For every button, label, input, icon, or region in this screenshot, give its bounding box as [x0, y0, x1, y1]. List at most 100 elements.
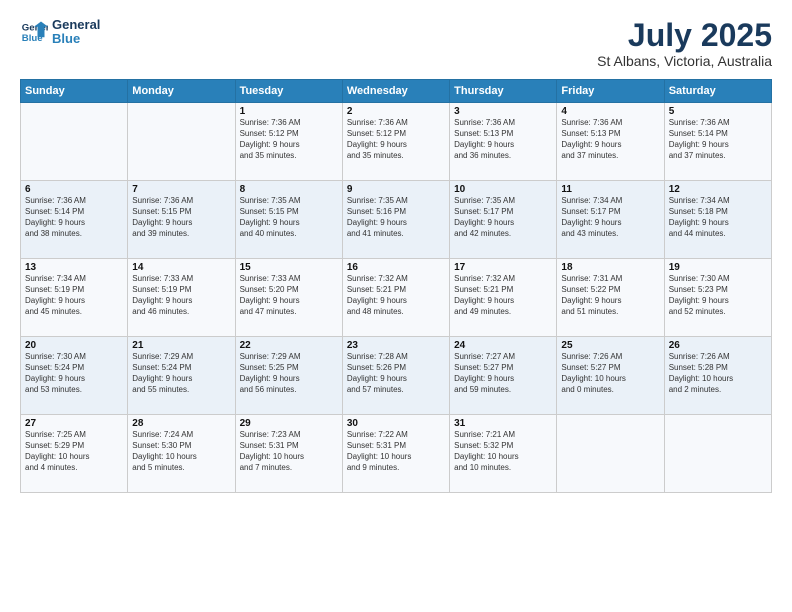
- list-item: [21, 103, 128, 181]
- day-number: 27: [25, 418, 123, 429]
- day-detail: Sunrise: 7:36 AM Sunset: 5:12 PM Dayligh…: [347, 118, 445, 161]
- list-item: 3Sunrise: 7:36 AM Sunset: 5:13 PM Daylig…: [450, 103, 557, 181]
- logo-text-blue: Blue: [52, 32, 100, 46]
- list-item: 26Sunrise: 7:26 AM Sunset: 5:28 PM Dayli…: [664, 337, 771, 415]
- list-item: 7Sunrise: 7:36 AM Sunset: 5:15 PM Daylig…: [128, 181, 235, 259]
- list-item: 27Sunrise: 7:25 AM Sunset: 5:29 PM Dayli…: [21, 415, 128, 493]
- day-number: 2: [347, 106, 445, 117]
- day-number: 3: [454, 106, 552, 117]
- day-detail: Sunrise: 7:35 AM Sunset: 5:16 PM Dayligh…: [347, 196, 445, 239]
- day-number: 14: [132, 262, 230, 273]
- day-number: 29: [240, 418, 338, 429]
- col-tuesday: Tuesday: [235, 80, 342, 103]
- list-item: 10Sunrise: 7:35 AM Sunset: 5:17 PM Dayli…: [450, 181, 557, 259]
- day-number: 17: [454, 262, 552, 273]
- table-row: 1Sunrise: 7:36 AM Sunset: 5:12 PM Daylig…: [21, 103, 772, 181]
- col-thursday: Thursday: [450, 80, 557, 103]
- list-item: 29Sunrise: 7:23 AM Sunset: 5:31 PM Dayli…: [235, 415, 342, 493]
- list-item: 17Sunrise: 7:32 AM Sunset: 5:21 PM Dayli…: [450, 259, 557, 337]
- list-item: [557, 415, 664, 493]
- day-number: 1: [240, 106, 338, 117]
- day-number: 8: [240, 184, 338, 195]
- list-item: [128, 103, 235, 181]
- list-item: 28Sunrise: 7:24 AM Sunset: 5:30 PM Dayli…: [128, 415, 235, 493]
- day-detail: Sunrise: 7:26 AM Sunset: 5:27 PM Dayligh…: [561, 352, 659, 395]
- day-number: 30: [347, 418, 445, 429]
- col-sunday: Sunday: [21, 80, 128, 103]
- calendar-title: July 2025: [597, 18, 772, 53]
- day-detail: Sunrise: 7:26 AM Sunset: 5:28 PM Dayligh…: [669, 352, 767, 395]
- title-block: July 2025 St Albans, Victoria, Australia: [597, 18, 772, 69]
- list-item: 25Sunrise: 7:26 AM Sunset: 5:27 PM Dayli…: [557, 337, 664, 415]
- day-number: 10: [454, 184, 552, 195]
- list-item: 6Sunrise: 7:36 AM Sunset: 5:14 PM Daylig…: [21, 181, 128, 259]
- day-number: 5: [669, 106, 767, 117]
- day-detail: Sunrise: 7:36 AM Sunset: 5:12 PM Dayligh…: [240, 118, 338, 161]
- day-number: 19: [669, 262, 767, 273]
- list-item: 1Sunrise: 7:36 AM Sunset: 5:12 PM Daylig…: [235, 103, 342, 181]
- day-detail: Sunrise: 7:21 AM Sunset: 5:32 PM Dayligh…: [454, 430, 552, 473]
- list-item: 31Sunrise: 7:21 AM Sunset: 5:32 PM Dayli…: [450, 415, 557, 493]
- day-number: 23: [347, 340, 445, 351]
- list-item: 16Sunrise: 7:32 AM Sunset: 5:21 PM Dayli…: [342, 259, 449, 337]
- day-detail: Sunrise: 7:34 AM Sunset: 5:18 PM Dayligh…: [669, 196, 767, 239]
- list-item: 15Sunrise: 7:33 AM Sunset: 5:20 PM Dayli…: [235, 259, 342, 337]
- list-item: 12Sunrise: 7:34 AM Sunset: 5:18 PM Dayli…: [664, 181, 771, 259]
- day-detail: Sunrise: 7:30 AM Sunset: 5:24 PM Dayligh…: [25, 352, 123, 395]
- col-friday: Friday: [557, 80, 664, 103]
- logo: General Blue General Blue: [20, 18, 100, 47]
- logo-text-general: General: [52, 18, 100, 32]
- day-detail: Sunrise: 7:36 AM Sunset: 5:14 PM Dayligh…: [25, 196, 123, 239]
- header: General Blue General Blue July 2025 St A…: [20, 18, 772, 69]
- col-saturday: Saturday: [664, 80, 771, 103]
- day-detail: Sunrise: 7:36 AM Sunset: 5:13 PM Dayligh…: [454, 118, 552, 161]
- list-item: 23Sunrise: 7:28 AM Sunset: 5:26 PM Dayli…: [342, 337, 449, 415]
- day-detail: Sunrise: 7:27 AM Sunset: 5:27 PM Dayligh…: [454, 352, 552, 395]
- day-number: 20: [25, 340, 123, 351]
- day-detail: Sunrise: 7:22 AM Sunset: 5:31 PM Dayligh…: [347, 430, 445, 473]
- day-number: 7: [132, 184, 230, 195]
- calendar-table: Sunday Monday Tuesday Wednesday Thursday…: [20, 79, 772, 493]
- list-item: 2Sunrise: 7:36 AM Sunset: 5:12 PM Daylig…: [342, 103, 449, 181]
- list-item: 5Sunrise: 7:36 AM Sunset: 5:14 PM Daylig…: [664, 103, 771, 181]
- day-detail: Sunrise: 7:34 AM Sunset: 5:19 PM Dayligh…: [25, 274, 123, 317]
- day-number: 11: [561, 184, 659, 195]
- list-item: 19Sunrise: 7:30 AM Sunset: 5:23 PM Dayli…: [664, 259, 771, 337]
- list-item: 22Sunrise: 7:29 AM Sunset: 5:25 PM Dayli…: [235, 337, 342, 415]
- list-item: 21Sunrise: 7:29 AM Sunset: 5:24 PM Dayli…: [128, 337, 235, 415]
- table-row: 6Sunrise: 7:36 AM Sunset: 5:14 PM Daylig…: [21, 181, 772, 259]
- day-detail: Sunrise: 7:35 AM Sunset: 5:15 PM Dayligh…: [240, 196, 338, 239]
- day-number: 25: [561, 340, 659, 351]
- list-item: 8Sunrise: 7:35 AM Sunset: 5:15 PM Daylig…: [235, 181, 342, 259]
- list-item: [664, 415, 771, 493]
- list-item: 30Sunrise: 7:22 AM Sunset: 5:31 PM Dayli…: [342, 415, 449, 493]
- day-detail: Sunrise: 7:29 AM Sunset: 5:25 PM Dayligh…: [240, 352, 338, 395]
- list-item: 9Sunrise: 7:35 AM Sunset: 5:16 PM Daylig…: [342, 181, 449, 259]
- day-detail: Sunrise: 7:33 AM Sunset: 5:19 PM Dayligh…: [132, 274, 230, 317]
- list-item: 24Sunrise: 7:27 AM Sunset: 5:27 PM Dayli…: [450, 337, 557, 415]
- day-detail: Sunrise: 7:24 AM Sunset: 5:30 PM Dayligh…: [132, 430, 230, 473]
- day-detail: Sunrise: 7:35 AM Sunset: 5:17 PM Dayligh…: [454, 196, 552, 239]
- day-detail: Sunrise: 7:36 AM Sunset: 5:13 PM Dayligh…: [561, 118, 659, 161]
- day-detail: Sunrise: 7:25 AM Sunset: 5:29 PM Dayligh…: [25, 430, 123, 473]
- day-number: 4: [561, 106, 659, 117]
- day-number: 6: [25, 184, 123, 195]
- calendar-header-row: Sunday Monday Tuesday Wednesday Thursday…: [21, 80, 772, 103]
- day-number: 13: [25, 262, 123, 273]
- day-detail: Sunrise: 7:31 AM Sunset: 5:22 PM Dayligh…: [561, 274, 659, 317]
- day-detail: Sunrise: 7:32 AM Sunset: 5:21 PM Dayligh…: [454, 274, 552, 317]
- day-number: 16: [347, 262, 445, 273]
- table-row: 27Sunrise: 7:25 AM Sunset: 5:29 PM Dayli…: [21, 415, 772, 493]
- list-item: 18Sunrise: 7:31 AM Sunset: 5:22 PM Dayli…: [557, 259, 664, 337]
- day-detail: Sunrise: 7:32 AM Sunset: 5:21 PM Dayligh…: [347, 274, 445, 317]
- day-number: 22: [240, 340, 338, 351]
- day-detail: Sunrise: 7:33 AM Sunset: 5:20 PM Dayligh…: [240, 274, 338, 317]
- list-item: 11Sunrise: 7:34 AM Sunset: 5:17 PM Dayli…: [557, 181, 664, 259]
- day-detail: Sunrise: 7:34 AM Sunset: 5:17 PM Dayligh…: [561, 196, 659, 239]
- day-detail: Sunrise: 7:36 AM Sunset: 5:14 PM Dayligh…: [669, 118, 767, 161]
- table-row: 20Sunrise: 7:30 AM Sunset: 5:24 PM Dayli…: [21, 337, 772, 415]
- day-number: 31: [454, 418, 552, 429]
- col-wednesday: Wednesday: [342, 80, 449, 103]
- day-detail: Sunrise: 7:30 AM Sunset: 5:23 PM Dayligh…: [669, 274, 767, 317]
- day-number: 24: [454, 340, 552, 351]
